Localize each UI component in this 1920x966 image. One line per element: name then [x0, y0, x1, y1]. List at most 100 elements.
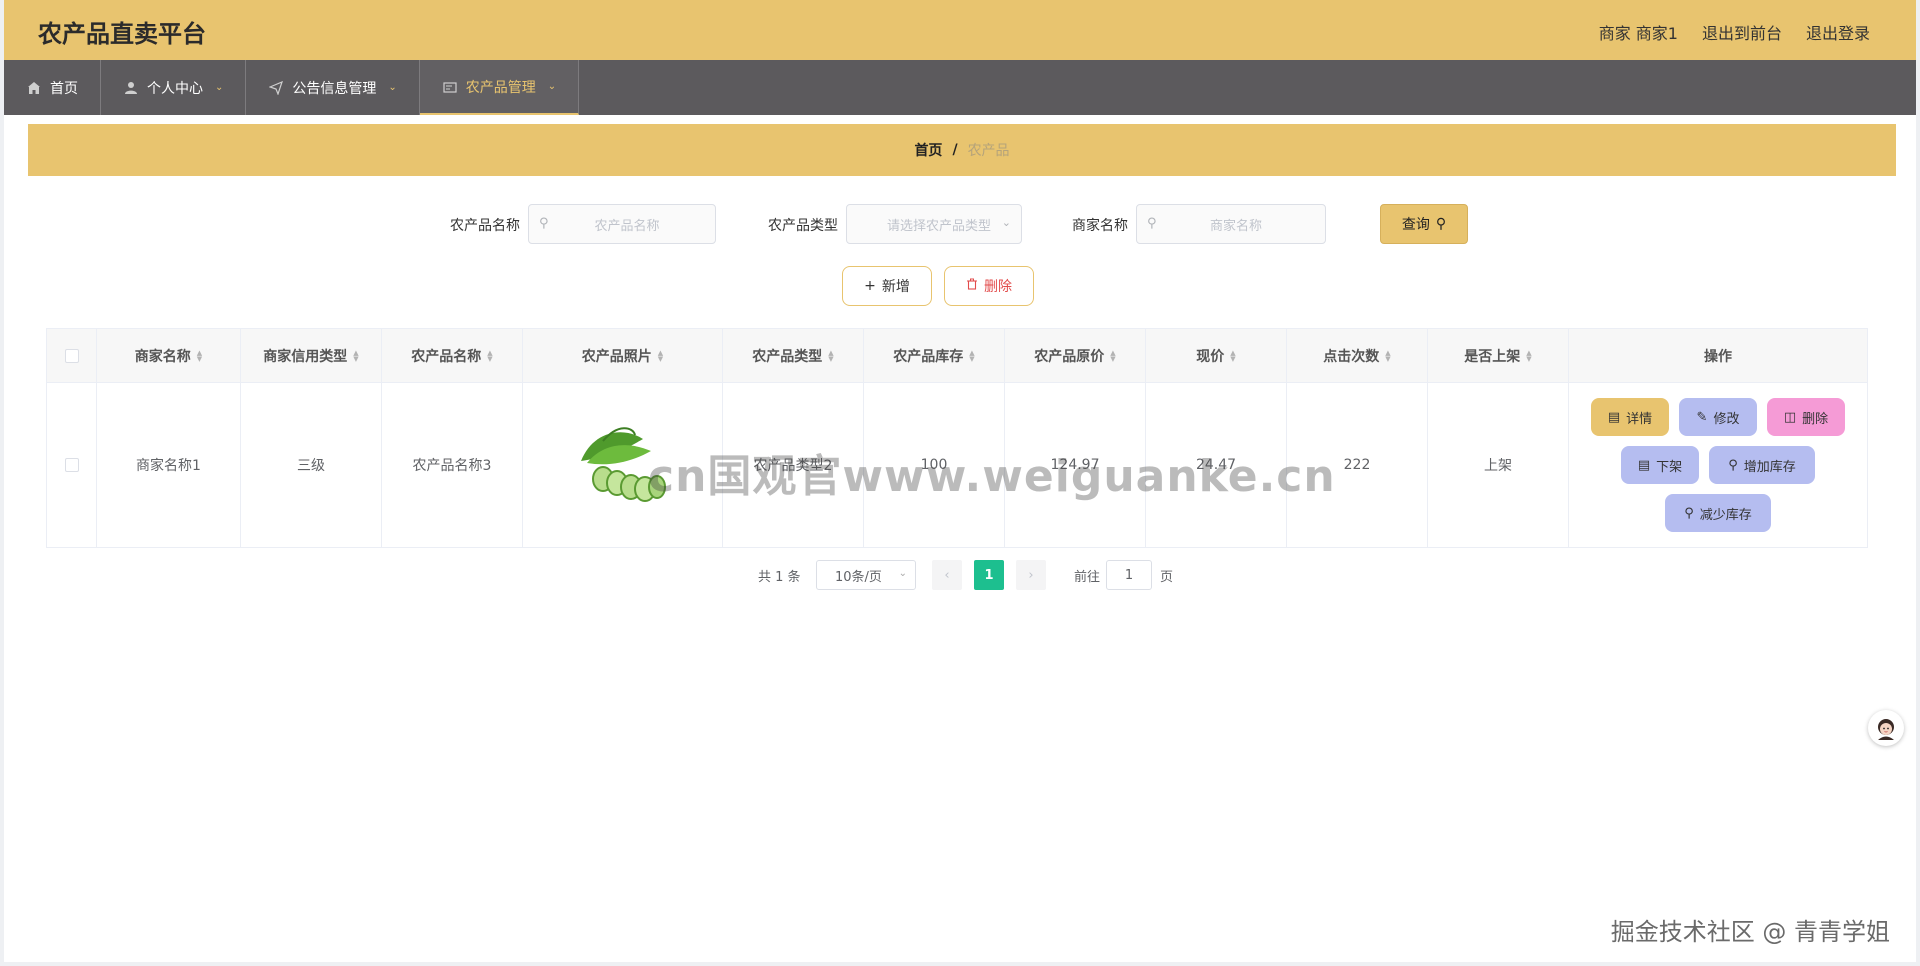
- nav-item-products[interactable]: 农产品管理 ⌄: [419, 60, 580, 115]
- app-title: 农产品直卖平台: [38, 20, 206, 48]
- nav-item-profile[interactable]: 个人中心 ⌄: [101, 60, 247, 115]
- home-icon: [26, 80, 42, 96]
- avatar-icon: [1878, 719, 1894, 740]
- product-name-input[interactable]: ⚲ 农产品名称: [528, 204, 716, 244]
- sort-icon: ▲ ▼: [487, 348, 493, 363]
- trash-icon: ◫: [1783, 409, 1797, 425]
- sort-icon: ▲ ▼: [353, 348, 359, 363]
- row-delete-button[interactable]: ◫ 删除: [1767, 398, 1845, 436]
- back-to-front-link[interactable]: 退出到前台: [1702, 20, 1782, 44]
- sort-icon: ▲ ▼: [1526, 348, 1532, 363]
- nav-item-notice[interactable]: 公告信息管理 ⌄: [246, 60, 420, 115]
- query-button[interactable]: 查询 ⚲: [1380, 204, 1468, 244]
- pencil-icon: ✎: [1696, 409, 1708, 425]
- column-header[interactable]: 是否上架 ▲ ▼: [1428, 329, 1569, 382]
- chevron-down-icon: ⌄: [898, 568, 907, 579]
- sort-icon: ▲ ▼: [828, 348, 834, 363]
- search-icon: ⚲: [1147, 216, 1157, 231]
- column-header[interactable]: 商家信用类型 ▲ ▼: [241, 329, 382, 382]
- reduce-stock-button[interactable]: ⚲ 减少库存: [1665, 494, 1771, 532]
- logout-link[interactable]: 退出登录: [1806, 20, 1870, 44]
- column-header[interactable]: 农产品原价 ▲ ▼: [1005, 329, 1146, 382]
- cell-product: 农产品名称3: [382, 383, 523, 547]
- table-row: 商家名称1 三级 农产品名称3 农产品类型2 100 124.97 24.47 …: [47, 383, 1867, 547]
- card-icon: [442, 79, 458, 95]
- sort-icon: ▲ ▼: [1230, 348, 1236, 363]
- column-header[interactable]: 农产品库存 ▲ ▼: [864, 329, 1005, 382]
- edit-button[interactable]: ✎ 修改: [1679, 398, 1757, 436]
- nav-item-label: 农产品管理: [465, 79, 536, 96]
- cell-on-shelf: 上架: [1428, 383, 1569, 547]
- column-header[interactable]: 点击次数 ▲ ▼: [1287, 329, 1428, 382]
- cell-credit: 三级: [241, 383, 382, 547]
- product-type-select[interactable]: 请选择农产品类型 ⌄: [846, 204, 1022, 244]
- cell-clicks: 222: [1287, 383, 1428, 547]
- assistant-avatar[interactable]: [1868, 710, 1904, 746]
- nav-item-home[interactable]: 首页: [4, 60, 101, 115]
- page-number-button[interactable]: 1: [974, 560, 1004, 590]
- column-header: 操作: [1704, 348, 1732, 365]
- location-pin-icon: ⚲: [1684, 505, 1694, 521]
- product-photo[interactable]: [573, 421, 673, 509]
- merchant-name-label: 商家名称: [1072, 218, 1128, 234]
- chevron-down-icon: ⌄: [1001, 216, 1011, 229]
- row-checkbox[interactable]: [64, 458, 79, 472]
- cell-ops: ▤ 详情 ✎ 修改 ◫ 删除 ▤ 下架 ⚲ 增加库存 ⚲ 减少库存: [1569, 383, 1867, 547]
- content-panel: 农产品名称 ⚲ 农产品名称 农产品类型 请选择农产品类型 ⌄ 商家名称 ⚲ 商家…: [28, 184, 1896, 608]
- user-icon: [123, 80, 139, 96]
- row-operations: ▤ 详情 ✎ 修改 ◫ 删除 ▤ 下架 ⚲ 增加库存 ⚲ 减少库存: [1591, 398, 1845, 532]
- table-actions: + 新增 删除: [28, 266, 1896, 306]
- goto-label: 前往: [1074, 570, 1101, 585]
- breadcrumb-separator: /: [952, 142, 958, 158]
- breadcrumb: 首页 / 农产品: [28, 124, 1896, 176]
- cell-photo: [523, 383, 723, 547]
- add-button[interactable]: + 新增: [842, 266, 932, 306]
- add-stock-button[interactable]: ⚲ 增加库存: [1709, 446, 1815, 484]
- main-nav: 首页 个人中心 ⌄ 公告信息管理 ⌄ 农产品管理 ⌄: [4, 60, 1916, 115]
- goto-page-input[interactable]: 1: [1106, 560, 1152, 590]
- select-all-checkbox[interactable]: [64, 348, 79, 363]
- column-header[interactable]: 农产品名称 ▲ ▼: [382, 329, 523, 382]
- column-header[interactable]: 商家名称 ▲ ▼: [97, 329, 241, 382]
- column-header[interactable]: 农产品类型 ▲ ▼: [723, 329, 864, 382]
- merchant-name-input[interactable]: ⚲ 商家名称: [1136, 204, 1326, 244]
- chevron-down-icon: ⌄: [215, 82, 224, 93]
- batch-delete-button[interactable]: 删除: [944, 266, 1034, 306]
- column-header[interactable]: 现价 ▲ ▼: [1146, 329, 1287, 382]
- page-size-select[interactable]: 10条/页 ⌄: [816, 560, 916, 590]
- search-form: 农产品名称 ⚲ 农产品名称 农产品类型 请选择农产品类型 ⌄ 商家名称 ⚲ 商家…: [28, 204, 1896, 244]
- nav-item-label: 个人中心: [147, 80, 203, 97]
- app-frame: 农产品直卖平台 商家 商家1 退出到前台 退出登录 首页 个人中心 ⌄ 公告信息…: [4, 0, 1916, 962]
- header-links: 商家 商家1 退出到前台 退出登录: [1599, 20, 1870, 44]
- chevron-down-icon: ⌄: [547, 81, 557, 92]
- row-checkbox-cell: [47, 383, 97, 547]
- product-name-label: 农产品名称: [450, 218, 520, 234]
- chevron-down-icon: ⌄: [388, 82, 397, 93]
- detail-button[interactable]: ▤ 详情: [1591, 398, 1669, 436]
- chevron-left-icon: ‹: [944, 567, 950, 583]
- prev-page-button[interactable]: ‹: [932, 560, 962, 590]
- sort-icon: ▲ ▼: [1110, 348, 1116, 363]
- trash-icon: [966, 278, 978, 294]
- sort-icon: ▲ ▼: [196, 348, 203, 363]
- column-header[interactable]: 农产品照片 ▲ ▼: [523, 329, 723, 382]
- nav-item-label: 首页: [50, 80, 78, 97]
- next-page-button[interactable]: ›: [1016, 560, 1046, 590]
- top-header: 农产品直卖平台 商家 商家1 退出到前台 退出登录: [4, 0, 1916, 60]
- sort-icon: ▲ ▼: [657, 348, 664, 363]
- page-suffix: 页: [1160, 570, 1174, 585]
- cell-price: 24.47: [1146, 383, 1287, 547]
- chevron-right-icon: ›: [1028, 567, 1034, 583]
- cell-orig-price: 124.97: [1005, 383, 1146, 547]
- product-table: 商家名称 ▲ ▼ 商家信用类型 ▲ ▼ 农产品名称 ▲ ▼ 农产品照片 ▲ ▼ 农产品类型 ▲ ▼ …: [46, 328, 1868, 548]
- pagination: 共 1 条 10条/页 ⌄ ‹ 1 › 前往 1 页: [28, 560, 1896, 590]
- cell-stock: 100: [864, 383, 1005, 547]
- pagination-total: 共 1 条: [758, 570, 801, 585]
- breadcrumb-home[interactable]: 首页: [914, 140, 942, 160]
- search-icon: ⚲: [539, 216, 549, 231]
- search-icon: ⚲: [1435, 216, 1447, 232]
- document-icon: ▤: [1607, 409, 1621, 425]
- off-shelf-button[interactable]: ▤ 下架: [1621, 446, 1699, 484]
- nav-item-label: 公告信息管理: [292, 80, 377, 97]
- sort-icon: ▲ ▼: [969, 348, 975, 363]
